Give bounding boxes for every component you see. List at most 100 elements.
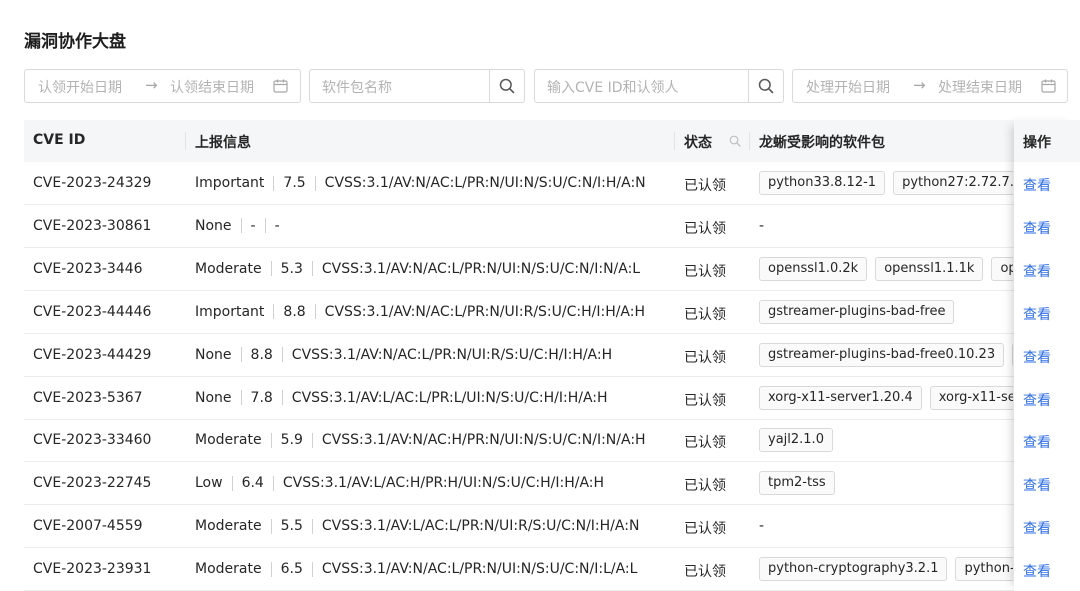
view-link[interactable]: 查看 (1023, 561, 1051, 581)
view-link[interactable]: 查看 (1023, 518, 1051, 538)
column-divider (749, 132, 750, 150)
report-info-cell: Important 7.5 CVSS:3.1/AV:N/AC:L/PR:N/UI:N… (195, 175, 646, 191)
empty-packages: - (759, 217, 765, 234)
cvss-score: 6.5 (280, 561, 303, 578)
severity-text: None (195, 346, 232, 363)
column-divider (674, 132, 675, 150)
report-info-cell: Moderate 5.3 CVSS:3.1/AV:N/AC:L/PR:N/UI:N/… (195, 261, 640, 277)
header-actions: 操作 (1014, 120, 1080, 162)
calendar-icon[interactable] (273, 79, 288, 93)
status-cell: 已认领 (684, 564, 726, 581)
header-report-info: 上报信息 (195, 135, 251, 151)
package-tag: gstreamer-plugins-bad-free0.10.23 (759, 342, 1005, 367)
info-divider (311, 561, 313, 577)
cvss-score: 8.8 (283, 303, 306, 320)
header-cve-id: CVE ID (33, 132, 86, 148)
packages-cell: - (759, 514, 1013, 540)
cvss-score: 5.3 (280, 260, 303, 277)
package-name-input[interactable]: 软件包名称 (309, 69, 490, 103)
status-cell: 已认领 (684, 178, 726, 194)
view-link[interactable]: 查看 (1023, 304, 1051, 324)
view-link[interactable]: 查看 (1023, 475, 1051, 495)
info-divider (314, 304, 316, 320)
range-arrow-icon: → (145, 76, 158, 94)
search-icon (499, 78, 515, 94)
table-row: CVE-2023-30861 None - - 已认领 - (24, 205, 1068, 248)
status-cell: 已认领 (684, 392, 726, 409)
cve-id-input[interactable]: 输入CVE ID和认领人 (534, 69, 749, 103)
header-packages: 龙蜥受影响的软件包 (759, 135, 885, 151)
calendar-icon[interactable] (1041, 79, 1056, 93)
cve-id-cell: CVE-2007-4559 (33, 518, 143, 535)
table-row: CVE-2023-5367 None 7.8 CVSS:3.1/AV:L/AC:L/P… (24, 377, 1068, 420)
view-link[interactable]: 查看 (1023, 432, 1051, 452)
packages-cell: python-cryptography3.2.1 python-cryptogra… (759, 557, 1013, 583)
package-tag: gstreamer (1012, 342, 1013, 367)
info-divider (240, 218, 242, 234)
info-divider (240, 390, 242, 405)
packages-cell: tpm2-tss (759, 471, 1013, 497)
packages-cell: gstreamer-plugins-bad-free0.10.23 gstream… (759, 342, 1013, 369)
view-link[interactable]: 查看 (1023, 175, 1051, 195)
info-divider (311, 518, 313, 534)
cvss-vector: CVSS:3.1/AV:N/AC:L/PR:N/UI:R/S:U/C:H/I:H… (324, 303, 646, 320)
table-row: CVE-2023-44446 Important 8.8 CVSS:3.1/AV:N/… (24, 291, 1068, 334)
cvss-score: 6.4 (241, 475, 264, 492)
header-status: 状态 (684, 135, 712, 151)
claim-date-range-picker[interactable]: 认领开始日期 → 认领结束日期 (24, 69, 301, 103)
view-link[interactable]: 查看 (1023, 261, 1051, 281)
handle-date-range-picker[interactable]: 处理开始日期 → 处理结束日期 (792, 69, 1068, 103)
status-cell: 已认领 (684, 306, 726, 323)
package-tag: python33.8.12-1 (759, 171, 886, 195)
cvss-score: 5.5 (280, 518, 303, 535)
status-filter-search-icon[interactable] (729, 135, 741, 147)
package-tag: openssl1.1.1k (875, 256, 984, 281)
severity-text: Moderate (195, 260, 262, 277)
view-link[interactable]: 查看 (1023, 218, 1051, 238)
cve-id-cell: CVE-2023-22745 (33, 475, 152, 492)
table-row: CVE-2023-44429 None 8.8 CVSS:3.1/AV:N/AC:L/… (24, 334, 1068, 377)
handle-end-date[interactable]: 处理结束日期 (938, 77, 1022, 97)
package-tag: openssl1.0.2k (759, 256, 868, 281)
package-tag: python27:2.72.7.1 (893, 171, 1013, 195)
cvss-score: 8.8 (250, 346, 273, 363)
package-tag: yajl2.1.0 (759, 428, 833, 453)
package-tag: gstreamer-plugins-bad-free (759, 299, 955, 324)
cvss-vector: CVSS:3.1/AV:L/AC:L/PR:L/UI:N/S:U/C:H/I:H… (291, 389, 608, 406)
status-cell: 已认领 (684, 220, 726, 237)
cve-id-cell: CVE-2023-44429 (33, 346, 152, 363)
cve-id-cell: CVE-2023-33460 (33, 432, 152, 449)
table-header: CVE ID 上报信息 状态 龙蜥受影响的软件包 (24, 120, 1068, 162)
handle-start-date[interactable]: 处理开始日期 (806, 77, 890, 97)
range-arrow-icon: → (913, 76, 926, 94)
cvss-score: - (250, 217, 256, 234)
report-info-cell: Low 6.4 CVSS:3.1/AV:L/AC:H/PR:H/UI:N/S:U/C… (195, 475, 604, 491)
table-row: CVE-2007-4559 Moderate 5.5 CVSS:3.1/AV:L/AC… (24, 505, 1068, 549)
info-divider (281, 390, 283, 405)
packages-cell: yajl2.1.0 (759, 428, 1013, 454)
info-divider (311, 432, 313, 448)
packages-cell: python33.8.12-1 python27:2.72.7.1 (759, 171, 1013, 197)
severity-text: Low (195, 475, 223, 492)
info-divider (270, 261, 272, 277)
claim-start-date[interactable]: 认领开始日期 (38, 77, 122, 97)
empty-packages: - (759, 518, 765, 535)
package-tag: python-cryptography3.2.1 (759, 557, 948, 582)
cve-id-cell: CVE-2023-5367 (33, 389, 143, 406)
view-link[interactable]: 查看 (1023, 390, 1051, 410)
info-divider (270, 561, 272, 577)
info-divider (270, 432, 272, 448)
claim-end-date[interactable]: 认领结束日期 (170, 77, 254, 97)
cvss-vector: CVSS:3.1/AV:N/AC:L/PR:N/UI:N/S:U/C:N/I:H… (324, 175, 646, 191)
package-search-button[interactable] (490, 69, 525, 103)
info-divider (281, 347, 283, 363)
package-tag: xorg-x11-server (929, 385, 1013, 410)
report-info-cell: Moderate 5.9 CVSS:3.1/AV:N/AC:H/PR:N/UI:N/… (195, 432, 646, 448)
cve-id-cell: CVE-2023-30861 (33, 217, 152, 234)
cvss-score: 7.8 (250, 389, 273, 406)
packages-cell: openssl1.0.2k openssl1.1.1k openssl (759, 256, 1013, 283)
severity-text: None (195, 389, 232, 406)
view-link[interactable]: 查看 (1023, 347, 1051, 367)
table-row: CVE-2023-23931 Moderate 6.5 CVSS:3.1/AV:N/A… (24, 548, 1068, 591)
cve-search-button[interactable] (749, 69, 784, 103)
